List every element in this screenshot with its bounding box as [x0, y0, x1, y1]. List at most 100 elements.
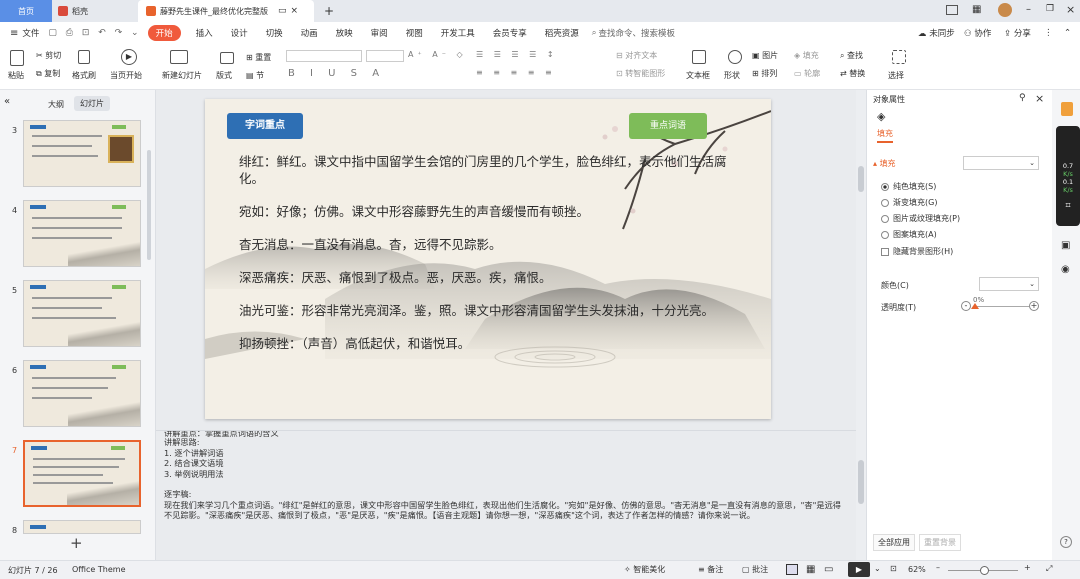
gradient-fill-option[interactable]: 渐变填充(G) [881, 197, 937, 208]
slide-thumbnail-5[interactable] [23, 280, 141, 347]
crop-icon[interactable]: ⌗ [1056, 202, 1080, 211]
menu-slideshow[interactable]: 放映 [336, 27, 353, 39]
fill-section-header[interactable]: ▴ 填充 [873, 158, 896, 169]
slide-title-button-left[interactable]: 字词重点 [227, 113, 303, 139]
reset-bg-button[interactable]: 重置背景 [919, 534, 961, 551]
hamburger-icon[interactable]: ≡ [10, 28, 18, 39]
add-slide-button[interactable]: + [70, 534, 83, 552]
location-icon[interactable]: ◉ [1061, 264, 1070, 275]
comments-button[interactable]: ▢ 批注 [742, 564, 768, 575]
reset-button[interactable]: ⊞ 重置 [246, 52, 271, 63]
notes-button[interactable]: ≡ 备注 [698, 564, 723, 575]
menu-animation[interactable]: 动画 [301, 27, 318, 39]
help-icon[interactable]: ? [1060, 536, 1072, 548]
transparency-minus[interactable]: - [961, 301, 971, 311]
command-search[interactable]: 查找命令、搜索模板 [599, 27, 676, 39]
layout-button[interactable]: 版式 [216, 70, 232, 81]
picture-fill-option[interactable]: 图片或纹理填充(P) [881, 213, 960, 224]
font-family-select[interactable] [286, 50, 362, 62]
tab-draft[interactable]: 稻壳 [52, 0, 136, 22]
transparency-slider[interactable] [973, 306, 1029, 307]
wallet-icon[interactable]: ▣ [1061, 240, 1070, 251]
tab-slides[interactable]: 幻灯片 [74, 96, 110, 111]
menu-member[interactable]: 会员专享 [493, 27, 527, 39]
font-size-icons[interactable]: A⁺ A⁻ ◇ [408, 50, 467, 59]
tab-outline[interactable]: 大纲 [48, 99, 64, 110]
slide-thumbnail-3[interactable] [23, 120, 141, 187]
hide-bg-checkbox[interactable]: 隐藏背景图形(H) [881, 246, 953, 257]
menu-design[interactable]: 设计 [231, 27, 248, 39]
tab-close-icon[interactable]: × [291, 6, 299, 16]
play-slideshow-button[interactable]: ▶ [848, 562, 870, 577]
share-button[interactable]: ⇪ 分享 [1004, 27, 1031, 39]
slide-title-button-right[interactable]: 重点词语 [629, 113, 707, 139]
menu-start[interactable]: 开始 [147, 25, 181, 41]
zoom-slider-thumb[interactable] [980, 566, 989, 575]
font-size-select[interactable] [366, 50, 404, 62]
panel-title[interactable]: 对象属性 [873, 94, 905, 105]
fill-bucket-icon[interactable]: ◈ [877, 110, 885, 123]
more-icon[interactable]: ⋮ [1044, 28, 1053, 38]
play-from-current-button[interactable]: 当页开始 [110, 70, 142, 81]
apply-all-button[interactable]: 全部应用 [873, 534, 915, 551]
slide-thumbnail-4[interactable] [23, 200, 141, 267]
paste-button[interactable]: 粘贴 [8, 70, 24, 81]
paste-icon[interactable] [10, 50, 24, 66]
fit-icon[interactable]: ⊡ [890, 564, 897, 573]
reading-view-icon[interactable]: ▭ [824, 564, 833, 575]
speaker-notes[interactable]: 讲解重点：掌握重点词语的含义 讲解思路: 1. 逐个讲解词语 2. 结合课文语境… [156, 430, 858, 560]
menu-developer[interactable]: 开发工具 [441, 27, 475, 39]
panel-close-icon[interactable]: × [1035, 92, 1044, 105]
search-icon[interactable]: ⌕ [592, 28, 597, 38]
color-dropdown[interactable]: ⌄ [979, 277, 1039, 291]
pattern-fill-option[interactable]: 图案填充(A) [881, 229, 937, 240]
close-window-icon[interactable]: × [1066, 3, 1075, 16]
slide-body-text[interactable]: 绯红：鲜红。课文中指中国留学生会馆的门房里的几个学生，脸色绯红，表示他们生活腐化… [239, 153, 739, 352]
format-painter-button[interactable]: 格式刷 [72, 70, 96, 81]
menu-view[interactable]: 视图 [406, 27, 423, 39]
outline-button[interactable]: ▭ 轮廓 [794, 68, 820, 79]
textbox-button[interactable]: 文本框 [686, 70, 710, 81]
grid-apps-icon[interactable]: ▦ [972, 4, 981, 15]
fullscreen-icon[interactable]: ⤢ [1046, 564, 1052, 574]
new-tab-icon[interactable]: + [324, 4, 334, 18]
panel-scrollbar[interactable] [147, 150, 151, 260]
minimize-icon[interactable]: – [1026, 4, 1031, 15]
shape-button[interactable]: 形状 [724, 70, 740, 81]
fill-dropdown[interactable]: ⌄ [963, 156, 1039, 170]
new-slide-icon[interactable] [170, 50, 188, 64]
tab-document[interactable]: 藤野先生课件_最终优化完整版 ▭ × [138, 0, 314, 22]
play-options-icon[interactable]: ⌄ [874, 564, 881, 573]
scroll-thumb-notes[interactable] [858, 460, 864, 504]
slide-thumbnail-6[interactable] [23, 360, 141, 427]
align-text-button[interactable]: ⊟ 对齐文本 [616, 50, 657, 61]
arrange-button[interactable]: ⊞ 排列 [752, 68, 777, 79]
picture-button[interactable]: ▣ 图片 [752, 50, 778, 61]
solid-fill-option[interactable]: 纯色填充(S) [881, 181, 936, 192]
tab-home[interactable]: 首页 [0, 0, 52, 22]
transparency-plus[interactable]: + [1029, 301, 1039, 311]
paragraph-icons[interactable]: ☰ ☰ ☰ ☰ ↕ [476, 50, 558, 59]
beautify-button[interactable]: ✧ 智能美化 [624, 564, 665, 575]
shape-icon[interactable] [728, 50, 742, 64]
sorter-view-icon[interactable]: ▦ [806, 564, 815, 575]
collab-button[interactable]: ⚇ 协作 [964, 27, 991, 39]
menu-resources[interactable]: 稻壳资源 [545, 27, 579, 39]
replace-button[interactable]: ⇄ 替换 [840, 68, 865, 79]
scroll-thumb[interactable] [858, 166, 864, 192]
maximize-icon[interactable]: ❐ [1046, 4, 1054, 14]
copy-button[interactable]: ⧉ 复制 [36, 68, 60, 79]
cut-button[interactable]: ✂ 剪切 [36, 50, 61, 61]
select-icon[interactable] [892, 50, 906, 64]
slide-thumbnail-7[interactable] [23, 440, 141, 507]
format-painter-icon[interactable] [78, 50, 90, 64]
collapse-panel-icon[interactable]: « [4, 96, 10, 107]
align-icons[interactable]: ≡ ≡ ≡ ≡ ≡ [476, 68, 556, 77]
fill-tab[interactable]: 填充 [877, 128, 893, 143]
unsynced-button[interactable]: ☁ 未同步 [918, 27, 955, 39]
play-icon[interactable]: ▶ [121, 49, 137, 65]
find-button[interactable]: ⌕ 查找 [840, 50, 863, 61]
brand-badge-icon[interactable] [1061, 102, 1073, 116]
section-button[interactable]: ▤ 节 [246, 70, 264, 81]
menu-insert[interactable]: 插入 [196, 27, 213, 39]
